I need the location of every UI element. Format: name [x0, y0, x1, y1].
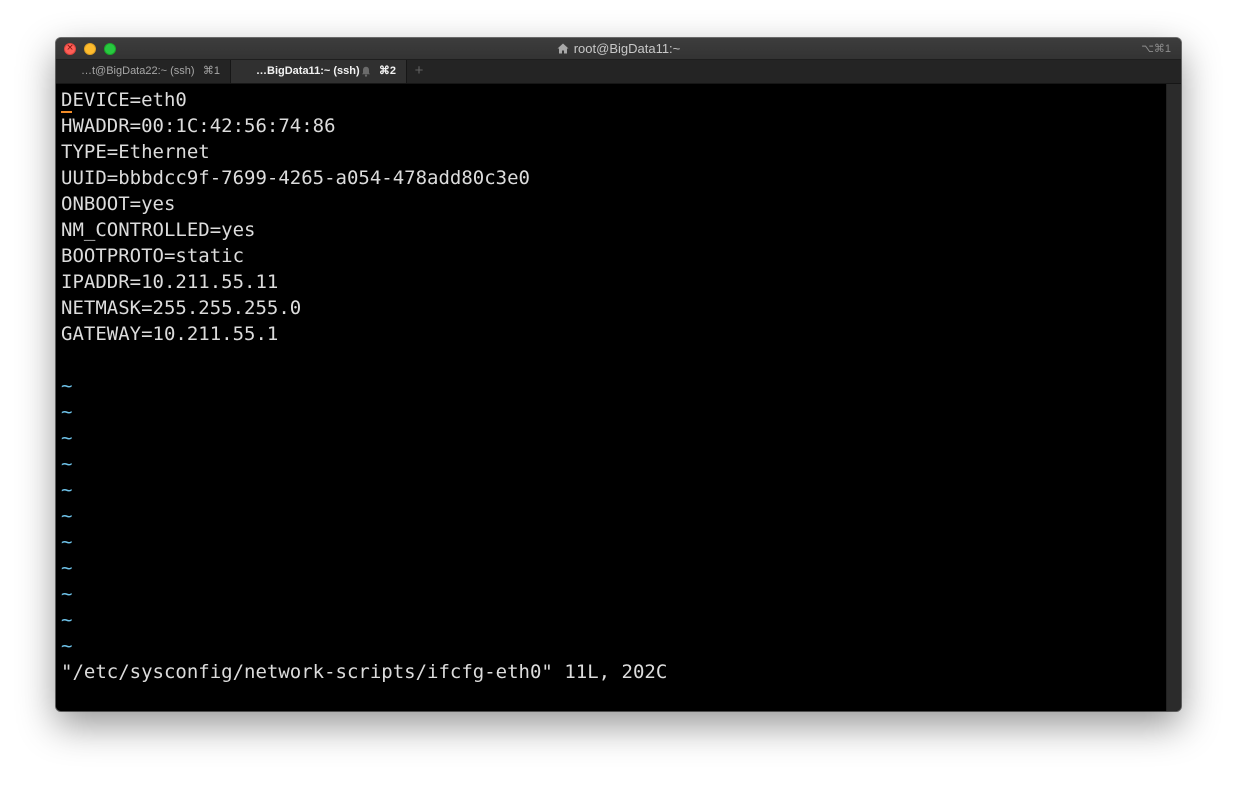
tab-label: …BigData11:~ (ssh): [256, 65, 360, 77]
terminal-window: × root@BigData11:~ ⌥⌘1 …t@BigData22:~ (s…: [56, 38, 1181, 711]
terminal-line: DEVICE=eth0: [61, 89, 187, 113]
empty-line-marker: ~: [61, 635, 73, 657]
terminal-line: BOOTPROTO=static: [61, 245, 245, 267]
window-title: root@BigData11:~: [573, 41, 681, 56]
empty-line-marker: ~: [61, 609, 73, 631]
terminal-content[interactable]: DEVICE=eth0 HWADDR=00:1C:42:56:74:86 TYP…: [56, 84, 1166, 711]
terminal-line: ONBOOT=yes: [61, 193, 176, 215]
house-icon: [557, 43, 569, 54]
empty-line-marker: ~: [61, 453, 73, 475]
tab-bar: …t@BigData22:~ (ssh) ⌘1 …BigData11:~ (ss…: [56, 60, 1181, 84]
empty-line-marker: ~: [61, 531, 73, 553]
empty-line-marker: ~: [61, 505, 73, 527]
terminal-line: HWADDR=00:1C:42:56:74:86: [61, 115, 336, 137]
scrollbar[interactable]: [1166, 84, 1181, 711]
terminal-line: TYPE=Ethernet: [61, 141, 210, 163]
terminal-line: GATEWAY=10.211.55.1: [61, 323, 279, 345]
tab-label: …t@BigData22:~ (ssh): [81, 65, 195, 77]
tab-shortcut: ⌘1: [202, 65, 220, 77]
terminal-line: NETMASK=255.255.255.0: [61, 297, 302, 319]
tab-bigdata11[interactable]: …BigData11:~ (ssh) ⌘2: [231, 60, 407, 83]
empty-line-marker: ~: [61, 557, 73, 579]
empty-line-marker: ~: [61, 479, 73, 501]
window-title-container: root@BigData11:~: [56, 38, 1181, 60]
empty-line-marker: ~: [61, 375, 73, 397]
tab-shortcut: ⌘2: [378, 65, 396, 77]
terminal-line: IPADDR=10.211.55.11: [61, 271, 279, 293]
empty-line-marker: ~: [61, 427, 73, 449]
empty-line-marker: ~: [61, 583, 73, 605]
window-shortcut: ⌥⌘1: [1141, 43, 1171, 55]
terminal-line: UUID=bbbdcc9f-7699-4265-a054-478add80c3e…: [61, 167, 530, 189]
terminal-line: NM_CONTROLLED=yes: [61, 219, 256, 241]
new-tab-button[interactable]: +: [409, 60, 429, 83]
vim-status-line: "/etc/sysconfig/network-scripts/ifcfg-et…: [61, 661, 668, 683]
text-cursor: D: [61, 89, 73, 113]
title-bar[interactable]: × root@BigData11:~ ⌥⌘1: [56, 38, 1181, 60]
tab-bigdata22[interactable]: …t@BigData22:~ (ssh) ⌘1: [56, 60, 231, 83]
bell-icon: [362, 66, 370, 77]
empty-line-marker: ~: [61, 401, 73, 423]
